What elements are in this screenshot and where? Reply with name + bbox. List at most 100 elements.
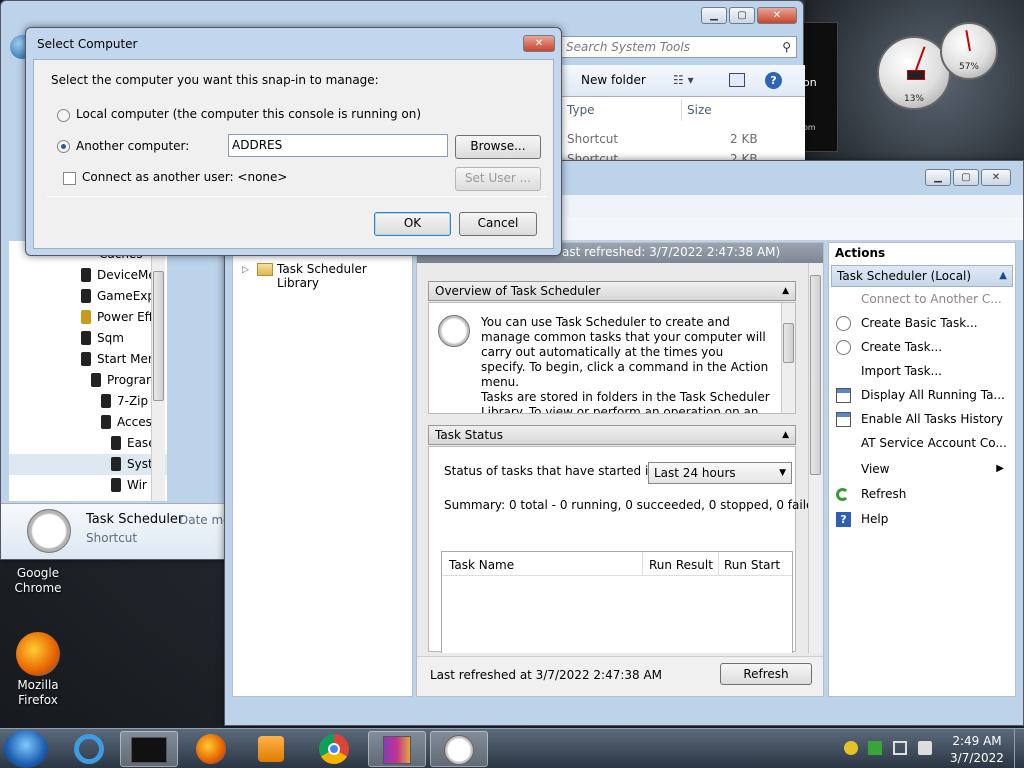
network-icon[interactable] [893, 741, 907, 755]
taskbar-app[interactable] [120, 731, 178, 767]
taskbar-winrar[interactable] [368, 731, 426, 767]
tree-item[interactable]: Power Eff [81, 307, 153, 328]
desktop-icon-chrome[interactable]: Google Chrome [3, 566, 73, 596]
tree-item[interactable]: Sqm [81, 328, 124, 349]
view-options-icon[interactable]: ☷ ▾ [673, 73, 694, 87]
action-enable-tasks-history[interactable]: Enable All Tasks History [832, 408, 1008, 430]
desktop-icon-firefox[interactable]: Mozilla Firefox [3, 632, 73, 708]
scheduler-tree-pane: ▷ Task Scheduler Library [232, 242, 413, 697]
set-user-button[interactable]: Set User ... [455, 167, 541, 191]
tree-task-scheduler-library[interactable]: Task Scheduler Library [277, 262, 412, 290]
tree-item[interactable]: DeviceMe [81, 265, 156, 286]
taskbar-media-player[interactable] [242, 731, 300, 767]
center-scrollbar[interactable] [808, 263, 822, 653]
file-row-size[interactable]: 2 KB [730, 132, 758, 146]
column-run-result[interactable]: Run Result [649, 558, 713, 572]
taskbar-internet-explorer[interactable] [60, 731, 118, 767]
clock-icon [444, 735, 474, 765]
column-task-name[interactable]: Task Name [449, 558, 514, 572]
ok-button[interactable]: OK [374, 212, 451, 236]
refresh-button[interactable]: Refresh [720, 663, 812, 685]
help-icon[interactable]: ? [765, 72, 782, 89]
collapse-chevron-icon[interactable]: ▲ [782, 282, 789, 300]
tree-scrollbar-thumb[interactable] [153, 271, 164, 401]
action-import-task[interactable]: Import Task... [832, 360, 1008, 382]
browse-button[interactable]: Browse... [455, 135, 541, 159]
overview-scrollbar-thumb[interactable] [783, 323, 794, 363]
another-computer-radio[interactable] [57, 140, 70, 153]
expand-arrow-icon[interactable]: ▷ [242, 265, 249, 275]
chrome-icon [319, 734, 349, 764]
cpu-percent: 13% [903, 94, 924, 104]
memory-percent: 57% [958, 62, 979, 72]
history-icon [836, 412, 851, 427]
column-header-type[interactable]: Type [567, 103, 595, 117]
center-scrollbar-thumb[interactable] [810, 275, 821, 475]
column-divider [718, 552, 719, 576]
overview-scrollbar[interactable] [781, 303, 795, 413]
tree-item[interactable]: Ease [111, 433, 156, 454]
tree-scrollbar[interactable] [151, 241, 165, 501]
computer-name-input[interactable]: ADDRES [228, 134, 448, 157]
clock-icon [438, 315, 470, 347]
tree-item[interactable]: GameExp [81, 286, 155, 307]
action-help[interactable]: ? Help [832, 508, 1008, 530]
close-icon[interactable]: ✕ [981, 169, 1011, 186]
maximize-icon[interactable]: ▢ [729, 7, 755, 24]
action-create-basic-task[interactable]: Create Basic Task... [832, 312, 1008, 334]
local-computer-radio[interactable] [57, 109, 70, 122]
local-computer-label[interactable]: Local computer (the computer this consol… [76, 107, 421, 121]
clock-date[interactable]: 3/7/2022 [946, 751, 1008, 765]
action-connect-another-computer[interactable]: Connect to Another C... [832, 288, 1008, 310]
minimize-icon[interactable]: ▁ [701, 7, 727, 24]
tree-item[interactable]: Prograr [91, 370, 151, 391]
taskbar-chrome[interactable] [305, 731, 363, 767]
connect-as-user-checkbox[interactable] [63, 172, 76, 185]
column-divider [642, 552, 643, 576]
action-view[interactable]: View ▶ [832, 458, 1008, 480]
collapse-chevron-icon[interactable]: ▲ [782, 426, 789, 444]
search-icon: ⚲ [782, 40, 791, 54]
task-status-panel-header[interactable]: Task Status ▲ [428, 425, 796, 445]
overview-panel-header[interactable]: Overview of Task Scheduler ▲ [428, 281, 796, 301]
actions-group-header[interactable]: Task Scheduler (Local) ▲ [831, 265, 1013, 287]
tree-item[interactable]: Acces [101, 412, 152, 433]
actions-header: Actions [835, 246, 886, 260]
clock-time[interactable]: 2:49 AM [946, 734, 1008, 748]
minimize-icon[interactable]: ▁ [925, 169, 951, 186]
cancel-button[interactable]: Cancel [459, 212, 537, 236]
close-icon[interactable]: ✕ [523, 35, 555, 52]
overview-text-2: Tasks are stored in folders in the Task … [481, 390, 770, 414]
action-center-icon[interactable] [868, 741, 882, 755]
action-at-service-account[interactable]: AT Service Account Co... [832, 432, 1008, 454]
start-button[interactable] [4, 730, 48, 768]
tree-item[interactable]: 7-Zip [101, 391, 148, 412]
column-run-start[interactable]: Run Start [724, 558, 780, 572]
preview-pane-icon[interactable] [729, 73, 745, 87]
maximize-icon[interactable]: ▢ [953, 169, 979, 186]
tray-icon[interactable] [844, 741, 858, 755]
tree-item-selected[interactable]: Syst [9, 454, 167, 475]
tree-item[interactable]: Start Mer [81, 349, 153, 370]
taskbar-firefox[interactable] [182, 731, 240, 767]
folder-icon [257, 263, 273, 276]
internet-explorer-icon [74, 734, 104, 764]
taskbar-task-scheduler[interactable] [430, 731, 488, 767]
collapse-chevron-icon[interactable]: ▲ [999, 266, 1007, 286]
file-row-type[interactable]: Shortcut [567, 132, 618, 146]
overview-panel-body: You can use Task Scheduler to create and… [428, 302, 796, 414]
new-folder-button[interactable]: New folder [581, 73, 646, 87]
action-display-running-tasks[interactable]: Display All Running Ta... [832, 384, 1008, 406]
action-refresh[interactable]: Refresh [832, 483, 1008, 505]
action-create-task[interactable]: Create Task... [832, 336, 1008, 358]
status-period-select[interactable]: Last 24 hours ▼ [648, 462, 792, 484]
volume-icon[interactable] [918, 741, 932, 755]
desktop-icon-firefox-label: Mozilla Firefox [17, 678, 59, 707]
connect-as-user-label[interactable]: Connect as another user: <none> [82, 170, 287, 184]
search-input[interactable]: Search System Tools ⚲ [561, 36, 797, 58]
close-icon[interactable]: ✕ [757, 7, 797, 24]
another-computer-label[interactable]: Another computer: [76, 139, 189, 153]
column-header-size[interactable]: Size [687, 103, 712, 117]
tree-item[interactable]: Wir [111, 475, 147, 496]
show-desktop-button[interactable] [1014, 729, 1024, 768]
